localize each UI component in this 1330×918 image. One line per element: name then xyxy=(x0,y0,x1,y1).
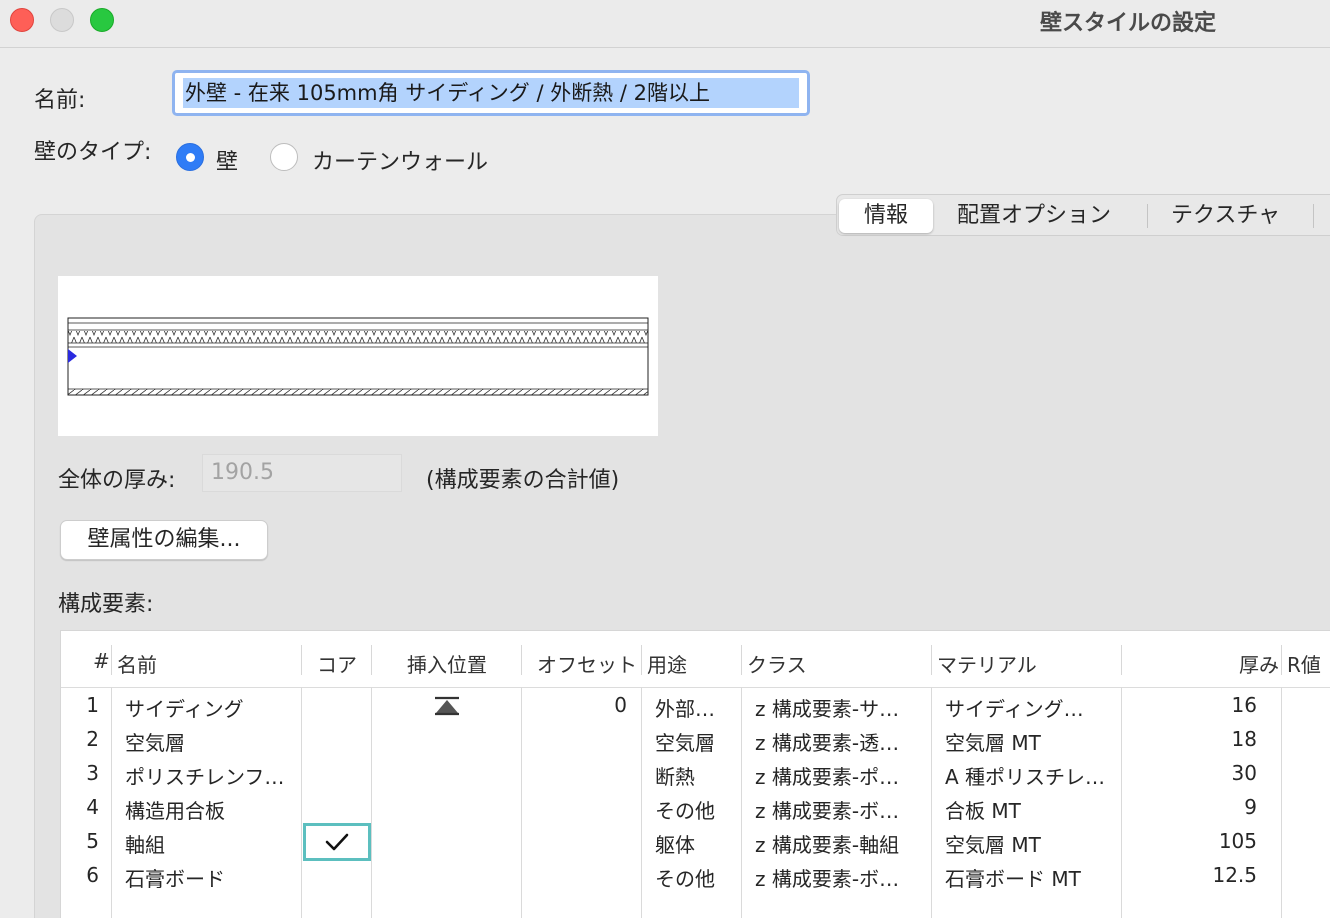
column-divider xyxy=(641,687,642,918)
row-number: 5 xyxy=(86,829,99,853)
tab-info[interactable]: 情報 xyxy=(839,199,933,233)
checkmark-icon xyxy=(325,833,349,851)
name-input[interactable]: 外壁 - 在来 105mm角 サイディング / 外断熱 / 2階以上 xyxy=(172,70,810,116)
components-table: # 名前 コア 挿入位置 オフセット 用途 クラス マテリアル 厚み R値 1 … xyxy=(60,630,1330,918)
components-label: 構成要素: xyxy=(58,592,154,617)
row-name: 軸組 xyxy=(125,833,165,857)
row-number: 4 xyxy=(86,795,99,819)
row-use: その他 xyxy=(655,799,715,823)
row-name: 石膏ボード xyxy=(125,867,225,891)
row-number: 1 xyxy=(86,693,99,717)
column-divider xyxy=(301,645,302,675)
header-thickness[interactable]: 厚み xyxy=(1181,649,1279,678)
row-number: 2 xyxy=(86,727,99,751)
close-window-button[interactable] xyxy=(10,8,34,32)
name-label: 名前: xyxy=(34,88,86,113)
tab-bar: 情報 配置オプション テクスチャ xyxy=(836,194,1330,236)
column-divider xyxy=(1281,645,1282,675)
row-use: 断熱 xyxy=(655,765,695,789)
core-checkbox-row-5[interactable] xyxy=(303,823,371,861)
row-material: 空気層 MT xyxy=(945,833,1041,857)
wall-type-option-wall[interactable]: 壁 xyxy=(216,144,238,176)
insert-position-icon[interactable] xyxy=(433,695,461,717)
row-class: z 構成要素-軸組 xyxy=(755,833,900,857)
row-class: z 構成要素-ボ… xyxy=(755,867,900,891)
row-use: 外部… xyxy=(655,697,715,721)
wall-type-radio-curtain[interactable] xyxy=(270,143,298,171)
row-thickness: 9 xyxy=(1244,795,1257,819)
total-thickness-label: 全体の厚み: xyxy=(58,468,176,493)
column-divider xyxy=(521,645,522,675)
minimize-window-button[interactable] xyxy=(50,8,74,32)
row-use: その他 xyxy=(655,867,715,891)
tab-placement-options[interactable]: 配置オプション xyxy=(957,199,1111,233)
row-class: z 構成要素-サ… xyxy=(755,697,900,721)
row-offset: 0 xyxy=(614,693,627,717)
column-divider xyxy=(1121,645,1122,675)
total-thickness-note: (構成要素の合計値) xyxy=(426,468,620,493)
column-divider xyxy=(111,687,112,918)
column-divider xyxy=(371,687,372,918)
header-class[interactable]: クラス xyxy=(747,649,807,678)
column-divider xyxy=(301,687,302,918)
header-insert-position[interactable]: 挿入位置 xyxy=(407,649,487,678)
row-number: 3 xyxy=(86,761,99,785)
column-divider xyxy=(741,687,742,918)
header-divider xyxy=(61,687,1330,688)
header-number[interactable]: # xyxy=(93,649,109,673)
column-divider xyxy=(931,687,932,918)
wall-section-preview xyxy=(58,276,658,436)
row-class: z 構成要素-透… xyxy=(755,731,900,755)
header-offset[interactable]: オフセット xyxy=(537,649,637,678)
edit-wall-attributes-button[interactable]: 壁属性の編集... xyxy=(60,520,268,560)
header-r-value[interactable]: R値 xyxy=(1287,649,1321,678)
row-thickness: 18 xyxy=(1231,727,1257,751)
window-title: 壁スタイルの設定 xyxy=(1040,11,1217,36)
row-thickness: 12.5 xyxy=(1212,863,1257,887)
row-class: z 構成要素-ポ… xyxy=(755,765,900,789)
row-thickness: 16 xyxy=(1231,693,1257,717)
zoom-window-button[interactable] xyxy=(90,8,114,32)
wall-type-radio-wall[interactable] xyxy=(176,143,204,171)
column-divider xyxy=(741,645,742,675)
wall-type-label: 壁のタイプ: xyxy=(34,140,152,165)
row-thickness: 105 xyxy=(1218,829,1257,853)
header-material[interactable]: マテリアル xyxy=(937,649,1037,678)
row-use: 空気層 xyxy=(655,731,715,755)
row-name: サイディング xyxy=(125,697,244,721)
row-use: 躯体 xyxy=(655,833,695,857)
name-input-value: 外壁 - 在来 105mm角 サイディング / 外断熱 / 2階以上 xyxy=(183,78,799,108)
tab-texture[interactable]: テクスチャ xyxy=(1171,199,1280,233)
title-bar: 壁スタイルの設定 xyxy=(0,0,1330,48)
header-use[interactable]: 用途 xyxy=(647,649,687,678)
header-name[interactable]: 名前 xyxy=(117,649,157,678)
tab-divider xyxy=(1313,204,1314,228)
wall-type-option-curtain[interactable]: カーテンウォール xyxy=(312,144,488,176)
column-divider xyxy=(111,645,112,675)
row-material: 空気層 MT xyxy=(945,731,1041,755)
column-divider xyxy=(371,645,372,675)
column-divider xyxy=(641,645,642,675)
tab-divider xyxy=(1147,204,1148,228)
row-number: 6 xyxy=(86,863,99,887)
row-name: ポリスチレンフ… xyxy=(125,765,285,789)
row-name: 空気層 xyxy=(125,731,185,755)
column-divider xyxy=(521,687,522,918)
column-divider xyxy=(1281,687,1282,918)
wall-section-drawing xyxy=(67,317,649,396)
row-name: 構造用合板 xyxy=(125,799,225,823)
row-class: z 構成要素-ボ… xyxy=(755,799,900,823)
column-divider xyxy=(931,645,932,675)
row-thickness: 30 xyxy=(1231,761,1257,785)
row-material: A 種ポリスチレ… xyxy=(945,765,1106,789)
column-divider xyxy=(1121,687,1122,918)
header-core[interactable]: コア xyxy=(317,649,357,678)
row-material: 合板 MT xyxy=(945,799,1021,823)
row-material: サイディング… xyxy=(945,697,1084,721)
row-material: 石膏ボード MT xyxy=(945,867,1081,891)
total-thickness-field: 190.5 xyxy=(202,454,402,492)
